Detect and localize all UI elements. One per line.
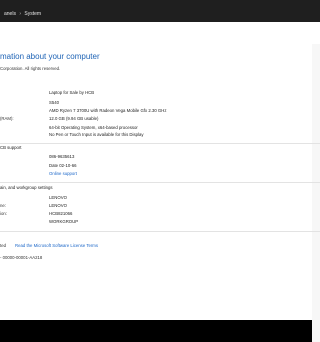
computer-name-value: LENOVO <box>49 195 67 200</box>
full-name-value: LENOVO <box>49 203 67 208</box>
system-model-value: Laptop for Sale by HCB <box>49 90 95 95</box>
ram-label: (RAM): <box>0 116 14 121</box>
copyright-text: Corporation. All rights reserved. <box>0 66 61 71</box>
breadcrumb-separator: › <box>19 11 22 17</box>
processor-value: AMD Ryzen 7 3700U with Radeon Vega Mobil… <box>49 108 167 113</box>
description-label: ion: <box>0 211 7 216</box>
main-content: mation about your computer Corporation. … <box>0 22 320 342</box>
system-type-value: 64-bit Operating System, x64-based proce… <box>49 125 138 130</box>
description-value: HCB821066 <box>49 211 73 216</box>
scrollbar-track[interactable] <box>312 44 320 342</box>
workgroup-value: WORKGROUP <box>49 219 79 224</box>
breadcrumb: anels › System <box>4 11 41 17</box>
support-phone-value: 086-9635613 <box>49 154 75 159</box>
full-name-label: ne: <box>0 203 6 208</box>
pen-touch-value: No Pen or Touch Input is available for t… <box>49 132 144 137</box>
section-divider <box>0 231 320 232</box>
license-terms-link[interactable]: Read the Microsoft Software License Term… <box>15 243 98 248</box>
computer-name-section-title: ain, and workgroup settings <box>0 185 53 190</box>
product-id-value: - 00000-00001-AA218 <box>0 255 43 260</box>
support-section-title: CB support <box>0 145 22 150</box>
ram-value: 12.0 GB (9.94 GB usable) <box>49 116 99 121</box>
section-divider <box>0 182 320 183</box>
breadcrumb-system[interactable]: System <box>24 11 41 17</box>
title-bar: anels › System <box>0 0 320 22</box>
system-name-value: S540 <box>49 100 60 105</box>
page-title: mation about your computer <box>0 52 100 61</box>
section-divider <box>0 143 320 144</box>
activation-status-label: ted <box>0 243 6 248</box>
online-support-link[interactable]: Online support <box>49 171 77 176</box>
system-window: anels › System mation about your compute… <box>0 0 320 342</box>
breadcrumb-control-panels[interactable]: anels <box>4 11 16 17</box>
support-hours-value: Date 02-10-66 <box>49 163 77 168</box>
